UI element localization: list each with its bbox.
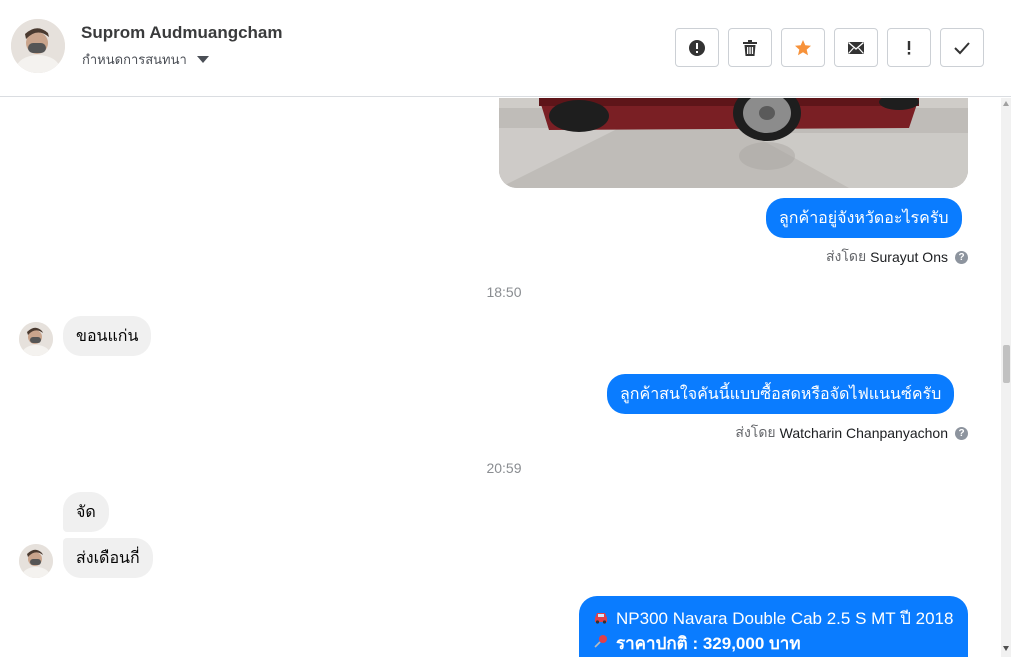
contact-avatar-small[interactable]	[19, 322, 53, 356]
outgoing-message[interactable]: ลูกค้าอยู่จังหวัดอะไรครับ	[766, 198, 962, 238]
envelope-icon	[848, 41, 864, 54]
timestamp: 18:50	[486, 284, 522, 300]
outgoing-listing-message[interactable]: NP300 Navara Double Cab 2.5 S MT ปี 2018…	[579, 596, 968, 657]
scroll-down-arrow-icon[interactable]	[1003, 646, 1009, 651]
conversation-actions	[675, 28, 984, 67]
incoming-message[interactable]: ขอนแก่น	[63, 316, 152, 356]
alert-circle-icon	[689, 39, 705, 56]
message-text: ลูกค้าสนใจคันนี้แบบซื้อสดหรือจัดไฟแนนซ์ค…	[620, 385, 942, 403]
question-icon[interactable]: ?	[955, 426, 968, 440]
conversation-header: Suprom Audmuangcham กำหนดการสนทนา	[0, 0, 1011, 97]
follow-up-button[interactable]	[887, 28, 931, 67]
contact-name[interactable]: Suprom Audmuangcham	[81, 23, 283, 43]
listing-price: ราคาปกติ : 329,000 บาท	[616, 634, 801, 653]
star-button[interactable]	[781, 28, 825, 67]
scroll-up-arrow-icon[interactable]	[1003, 101, 1009, 106]
sent-by-info: ส่งโดย Watcharin Chanpanyachon ?	[735, 422, 968, 444]
star-icon	[795, 39, 811, 55]
sent-by-label: ส่งโดย	[825, 248, 867, 264]
sender-name: Surayut Ons	[870, 249, 948, 265]
sent-by-label: ส่งโดย	[735, 424, 776, 440]
car-icon	[592, 606, 610, 631]
message-thread[interactable]: ลูกค้าอยู่จังหวัดอะไรครับ ส่งโดย Surayut…	[0, 98, 1001, 657]
conversation-settings-label: กำหนดการสนทนา	[82, 52, 187, 67]
listing-title: NP300 Navara Double Cab 2.5 S MT ปี 2018	[616, 609, 954, 628]
check-icon	[954, 41, 970, 54]
caret-down-icon	[196, 56, 209, 63]
contact-avatar[interactable]	[11, 19, 65, 73]
message-text: ส่งเดือนกี่	[76, 549, 140, 567]
incoming-message[interactable]: จัด	[63, 492, 109, 532]
question-icon[interactable]: ?	[955, 250, 968, 264]
mark-done-button[interactable]	[940, 28, 984, 67]
sent-by-info: ส่งโดย Surayut Ons ?	[826, 246, 968, 268]
conversation-settings-dropdown[interactable]: กำหนดการสนทนา	[82, 49, 209, 70]
timestamp: 20:59	[486, 460, 522, 476]
message-text: จัด	[76, 503, 96, 521]
listing-line: ราคาปกติ : 329,000 บาท	[592, 631, 955, 656]
contact-avatar-small[interactable]	[19, 544, 53, 578]
report-spam-button[interactable]	[675, 28, 719, 67]
incoming-message[interactable]: ส่งเดือนกี่	[63, 538, 153, 578]
message-text: ลูกค้าอยู่จังหวัดอะไรครับ	[779, 209, 949, 227]
scrollbar-thumb[interactable]	[1003, 345, 1010, 383]
message-text: ขอนแก่น	[76, 327, 139, 345]
trash-icon	[743, 39, 757, 56]
pushpin-icon	[592, 631, 610, 656]
exclamation-icon	[907, 40, 911, 55]
outgoing-message[interactable]: ลูกค้าสนใจคันนี้แบบซื้อสดหรือจัดไฟแนนซ์ค…	[607, 374, 955, 414]
sender-name: Watcharin Chanpanyachon	[779, 425, 948, 441]
car-photo-attachment[interactable]	[499, 98, 968, 188]
delete-button[interactable]	[728, 28, 772, 67]
mark-unread-button[interactable]	[834, 28, 878, 67]
listing-line: NP300 Navara Double Cab 2.5 S MT ปี 2018	[592, 606, 955, 631]
